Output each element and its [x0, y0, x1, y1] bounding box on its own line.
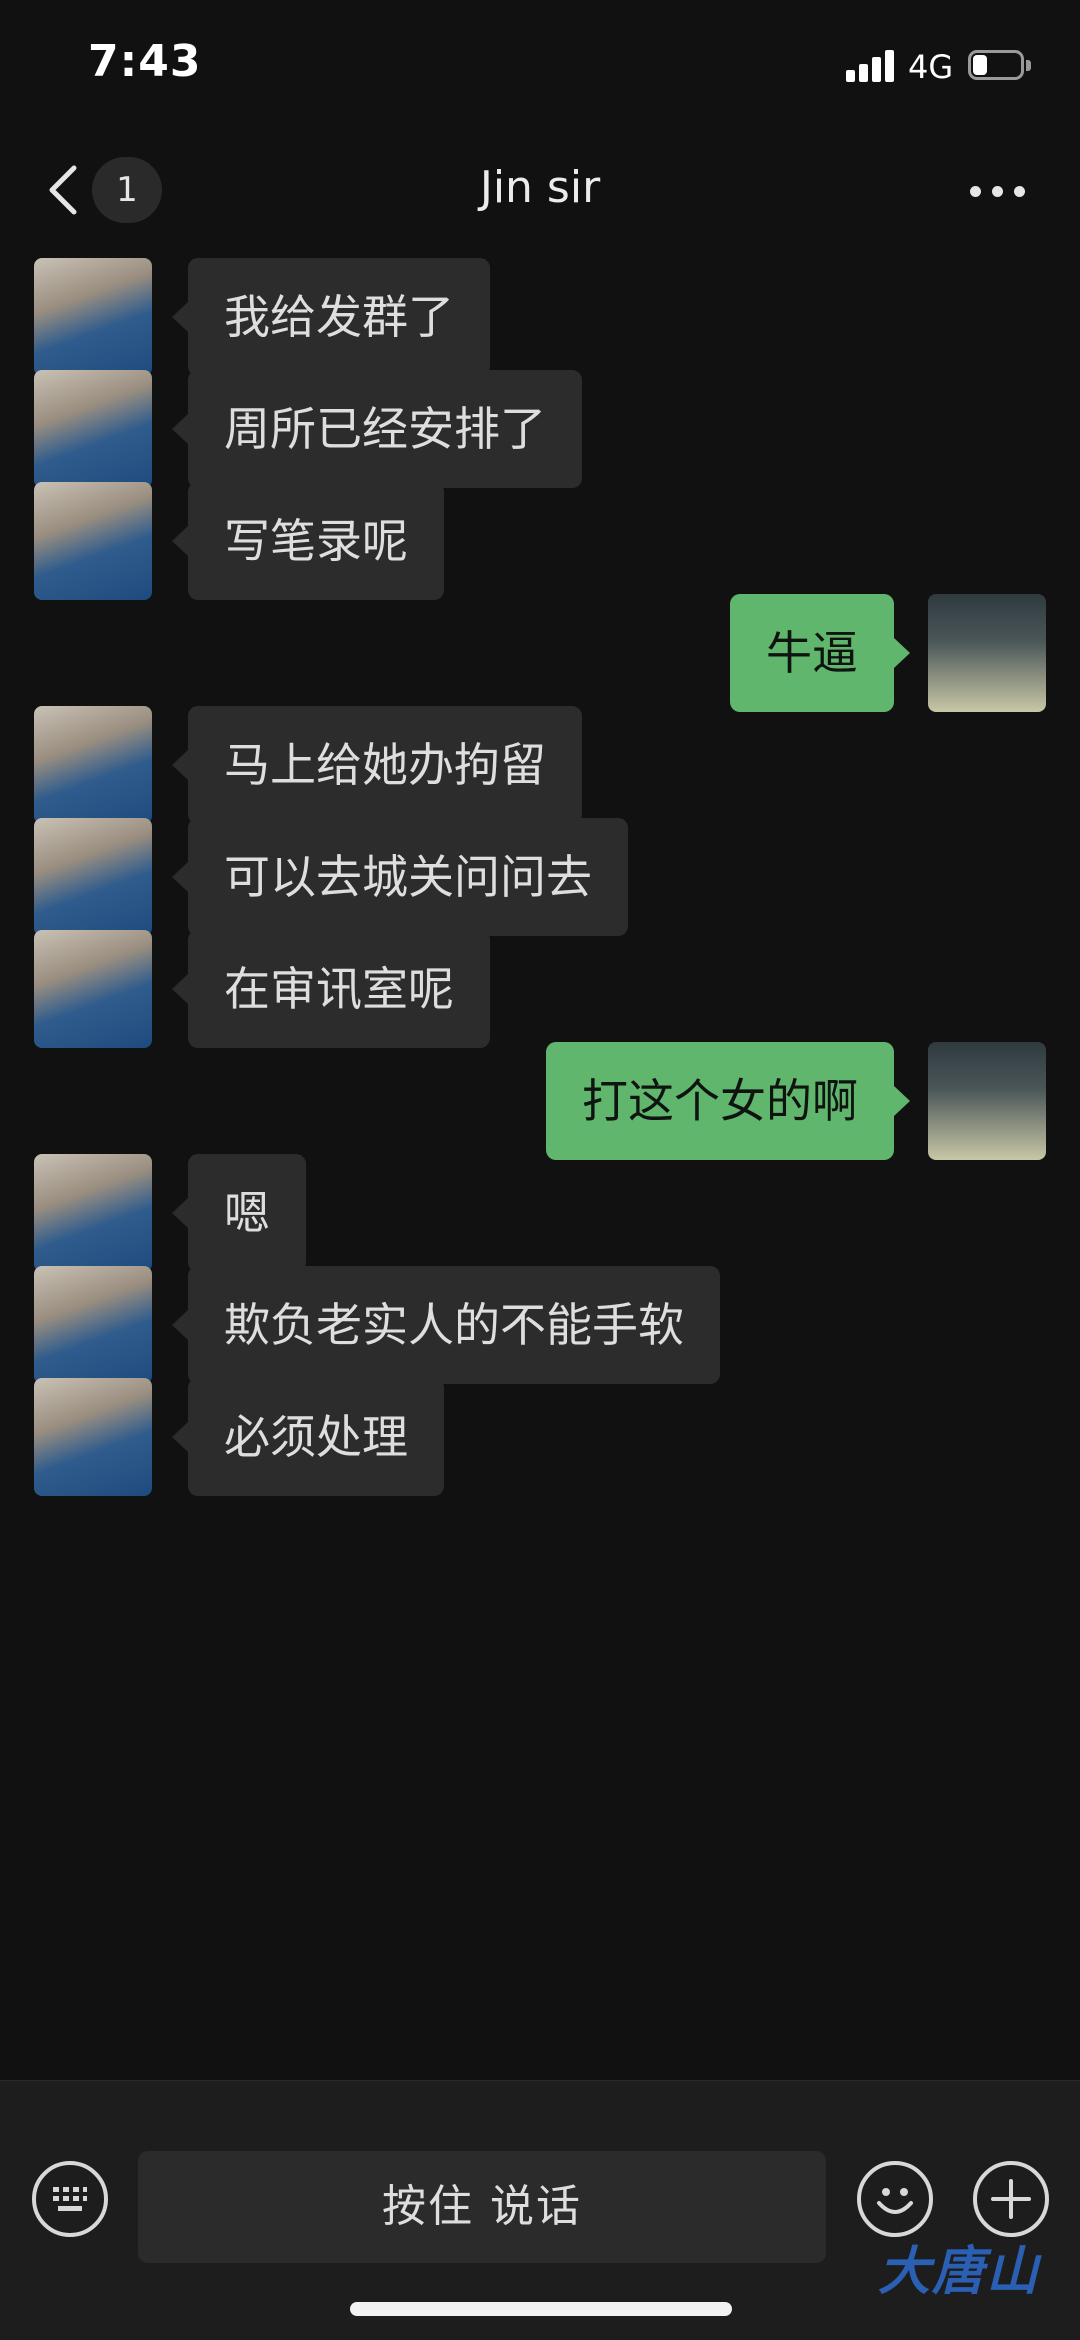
outgoing-message-bubble[interactable]: 牛逼: [730, 594, 910, 712]
incoming-message-bubble[interactable]: 欺负老实人的不能手软: [172, 1266, 720, 1384]
network-label: 4G: [908, 48, 954, 86]
message-row: 在审讯室呢: [0, 926, 1080, 1048]
status-bar: 7:43 4G: [0, 0, 1080, 130]
outgoing-message-bubble[interactable]: 打这个女的啊: [546, 1042, 910, 1160]
incoming-message-bubble[interactable]: 可以去城关问问去: [172, 818, 628, 936]
nav-bar: 1 Jin sir: [0, 140, 1080, 240]
contact-avatar[interactable]: [34, 930, 152, 1048]
status-time: 7:43: [88, 36, 202, 87]
emoji-button[interactable]: [857, 2161, 933, 2237]
my-avatar[interactable]: [928, 594, 1046, 712]
contact-avatar[interactable]: [34, 818, 152, 936]
message-row: 写笔录呢: [0, 478, 1080, 600]
my-avatar[interactable]: [928, 1042, 1046, 1160]
contact-avatar[interactable]: [34, 482, 152, 600]
message-row: 周所已经安排了: [0, 366, 1080, 488]
incoming-message-bubble[interactable]: 写笔录呢: [172, 482, 444, 600]
unread-badge[interactable]: 1: [92, 157, 162, 223]
keyboard-button[interactable]: [32, 2161, 108, 2237]
input-bar: 按住 说话 大唐山: [0, 2080, 1080, 2340]
incoming-message-bubble[interactable]: 必须处理: [172, 1378, 444, 1496]
signal-icon: [846, 50, 898, 82]
more-icon: [970, 186, 981, 197]
keyboard-icon: [53, 2187, 87, 2211]
hold-to-talk-button[interactable]: 按住 说话: [138, 2151, 826, 2263]
more-button[interactable]: [968, 170, 1028, 210]
contact-avatar[interactable]: [34, 370, 152, 488]
contact-avatar[interactable]: [34, 258, 152, 376]
incoming-message-bubble[interactable]: 我给发群了: [172, 258, 490, 376]
plus-icon: [991, 2179, 1031, 2219]
emoji-icon: [877, 2188, 913, 2214]
incoming-message-bubble[interactable]: 周所已经安排了: [172, 370, 582, 488]
incoming-message-bubble[interactable]: 嗯: [172, 1154, 306, 1272]
back-icon: [49, 165, 77, 215]
home-indicator[interactable]: [350, 2302, 732, 2316]
watermark-logo: 大唐山: [878, 2242, 1041, 2302]
chat-title: Jin sir: [479, 162, 601, 213]
contact-avatar[interactable]: [34, 1154, 152, 1272]
message-row: 马上给她办拘留: [0, 702, 1080, 824]
message-row: 我给发群了: [0, 254, 1080, 376]
message-row: 欺负老实人的不能手软: [0, 1262, 1080, 1384]
battery-icon: [968, 50, 1032, 82]
contact-avatar[interactable]: [34, 706, 152, 824]
incoming-message-bubble[interactable]: 马上给她办拘留: [172, 706, 582, 824]
message-row: 嗯: [0, 1150, 1080, 1272]
plus-button[interactable]: [973, 2161, 1049, 2237]
incoming-message-bubble[interactable]: 在审讯室呢: [172, 930, 490, 1048]
back-button[interactable]: [36, 154, 96, 226]
message-row: 必须处理: [0, 1374, 1080, 1496]
message-row: 可以去城关问问去: [0, 814, 1080, 936]
contact-avatar[interactable]: [34, 1266, 152, 1384]
contact-avatar[interactable]: [34, 1378, 152, 1496]
chat-area[interactable]: 我给发群了 周所已经安排了 写笔录呢牛逼马上给她办拘留 可以去城关问问去 在审讯室呢 打这…: [0, 250, 1080, 2080]
message-row: 牛逼: [0, 590, 1080, 712]
message-row: 打这个女的啊: [0, 1038, 1080, 1160]
